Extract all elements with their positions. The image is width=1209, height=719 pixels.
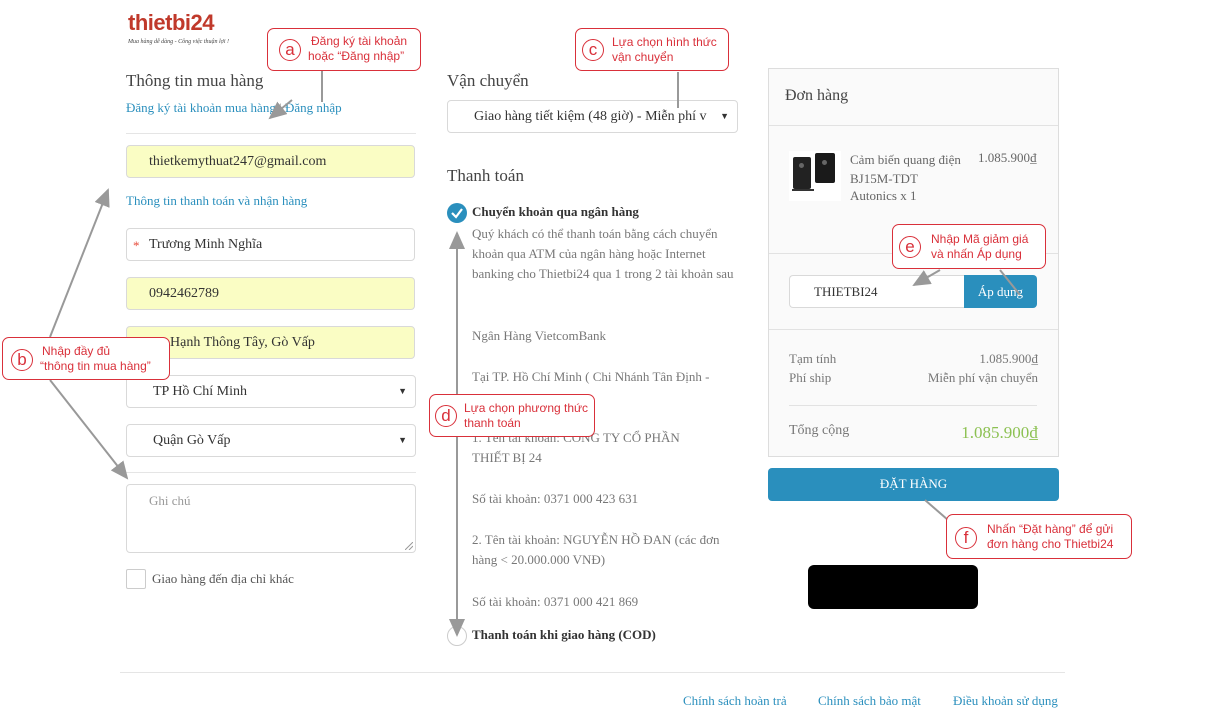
district-select[interactable]: Quận Gò Vấp ▼: [126, 424, 416, 457]
callout-line: thanh toán: [464, 416, 521, 430]
total-value: 1.085.900₫: [961, 423, 1038, 442]
purchase-info-title: Thông tin mua hàng: [126, 71, 264, 90]
divider: [126, 133, 416, 134]
logo-text: thietbi24: [128, 10, 214, 35]
callout-line: Nhập đầy đủ: [42, 344, 111, 358]
resize-handle-icon: [405, 542, 413, 550]
subtotal-value: 1.085.900₫: [979, 351, 1038, 366]
callout-letter: c: [582, 39, 604, 61]
name-value: Trương Minh Nghĩa: [149, 237, 263, 252]
callout-a: a Đăng ký tài khoản hoặc “Đăng nhập”: [267, 28, 421, 71]
bank-name: Ngân Hàng VietcomBank: [472, 328, 607, 343]
checkmark-icon: [451, 208, 463, 219]
coupon-input[interactable]: THIETBI24: [789, 275, 965, 308]
cod-label[interactable]: Thanh toán khi giao hàng (COD): [472, 627, 656, 643]
required-mark: *: [133, 238, 140, 253]
terms-link[interactable]: Điều khoản sử dụng: [953, 693, 1058, 709]
account2-number: Số tài khoản: 0371 000 421 869: [472, 594, 639, 609]
divider: [789, 405, 1037, 406]
phone-field[interactable]: 0942462789: [126, 277, 415, 310]
bank-description: Quý khách có thể thanh toán bằng cách ch…: [472, 226, 734, 281]
register-link[interactable]: Đăng ký tài khoản mua hàng: [126, 100, 276, 115]
shipping-fee-label: Phí ship: [789, 370, 832, 385]
other-address-label: Giao hàng đến địa chỉ khác: [152, 571, 294, 586]
account-links: Đăng ký tài khoản mua hàng | Đăng nhập: [126, 100, 342, 116]
callout-letter: b: [11, 349, 33, 371]
note-textarea[interactable]: Ghi chú: [126, 484, 416, 553]
divider: [126, 472, 416, 473]
shipping-title: Vận chuyển: [447, 71, 529, 90]
billing-info-link[interactable]: Thông tin thanh toán và nhận hàng: [126, 193, 307, 209]
callout-d: d Lựa chọn phương thức thanh toán: [429, 394, 595, 437]
shipping-value: Giao hàng tiết kiệm (48 giờ) - Miễn phí …: [474, 109, 707, 124]
callout-letter: f: [955, 527, 977, 549]
callout-line: “thông tin mua hàng”: [40, 359, 151, 373]
callout-line: Nhập Mã giảm giá: [931, 232, 1029, 246]
divider: [769, 125, 1058, 126]
bank-transfer-radio[interactable]: [447, 203, 467, 223]
chevron-down-icon: ▼: [398, 435, 407, 445]
shipping-select[interactable]: Giao hàng tiết kiệm (48 giờ) - Miễn phí …: [447, 100, 738, 133]
product-brand: Autonics x 1: [850, 188, 917, 203]
callout-letter: e: [899, 236, 921, 258]
logo[interactable]: thietbi24 Mua hàng dễ dàng - Công việc t…: [126, 10, 246, 50]
bank-branch: Tại TP. Hồ Chí Minh ( Chi Nhánh Tân Định…: [472, 369, 710, 384]
callout-line: vận chuyển: [612, 50, 674, 64]
logo-slogan: Mua hàng dễ dàng - Công việc thuận lợi !: [128, 39, 230, 45]
other-address-checkbox[interactable]: [126, 569, 146, 589]
callout-line: và nhấn Áp dụng: [931, 247, 1022, 261]
account1-number: Số tài khoản: 0371 000 423 631: [472, 491, 639, 506]
callout-line: Đăng ký tài khoản: [311, 34, 408, 48]
district-value: Quận Gò Vấp: [153, 433, 231, 448]
callout-line: hoặc “Đăng nhập”: [308, 49, 405, 63]
city-value: TP Hồ Chí Minh: [153, 384, 247, 399]
callout-line: Nhấn “Đặt hàng” để gửi: [987, 522, 1114, 536]
name-field[interactable]: * Trương Minh Nghĩa: [126, 228, 415, 261]
callout-c: c Lựa chọn hình thức vận chuyển: [575, 28, 729, 71]
chevron-down-icon: ▼: [716, 101, 729, 132]
order-title: Đơn hàng: [785, 87, 849, 104]
callout-letter: a: [279, 39, 301, 61]
bank-transfer-label[interactable]: Chuyển khoản qua ngân hàng: [472, 204, 639, 220]
city-select[interactable]: TP Hồ Chí Minh ▼: [126, 375, 416, 408]
redacted-block: [808, 565, 978, 609]
subtotal-label: Tạm tính: [789, 351, 837, 366]
footer-divider: [120, 672, 1065, 673]
payment-title: Thanh toán: [447, 166, 524, 185]
divider: [769, 329, 1058, 330]
product-price: 1.085.900₫: [978, 150, 1037, 165]
login-link[interactable]: Đăng nhập: [285, 100, 342, 115]
callout-line: Lựa chọn phương thức: [464, 401, 589, 415]
note-placeholder: Ghi chú: [149, 493, 191, 508]
total-label: Tổng cộng: [789, 423, 850, 438]
account2-name: 2. Tên tài khoản: NGUYỄN HỒ ĐAN (các đơn…: [472, 532, 720, 567]
place-order-button[interactable]: ĐẶT HÀNG: [768, 468, 1059, 501]
refund-policy-link[interactable]: Chính sách hoàn trả: [683, 693, 787, 709]
link-separator: |: [279, 100, 282, 115]
callout-f: f Nhấn “Đặt hàng” để gửi đơn hàng cho Th…: [946, 514, 1132, 559]
callout-line: đơn hàng cho Thietbi24: [987, 537, 1114, 551]
apply-coupon-button[interactable]: Áp dụng: [964, 275, 1037, 308]
email-field[interactable]: thietkemythuat247@gmail.com: [126, 145, 415, 178]
callout-line: Lựa chọn hình thức: [612, 35, 717, 49]
product-thumbnail: [789, 151, 841, 201]
callout-b: b Nhập đầy đủ “thông tin mua hàng”: [2, 337, 170, 380]
privacy-policy-link[interactable]: Chính sách bảo mật: [818, 693, 921, 709]
product-name: Cảm biến quang điện BJ15M-TDT: [850, 152, 961, 186]
chevron-down-icon: ▼: [398, 386, 407, 396]
shipping-fee-value: Miễn phí vận chuyển: [927, 370, 1038, 385]
callout-letter: d: [435, 405, 457, 427]
cod-radio[interactable]: [447, 626, 467, 646]
callout-e: e Nhập Mã giảm giá và nhấn Áp dụng: [892, 224, 1046, 269]
